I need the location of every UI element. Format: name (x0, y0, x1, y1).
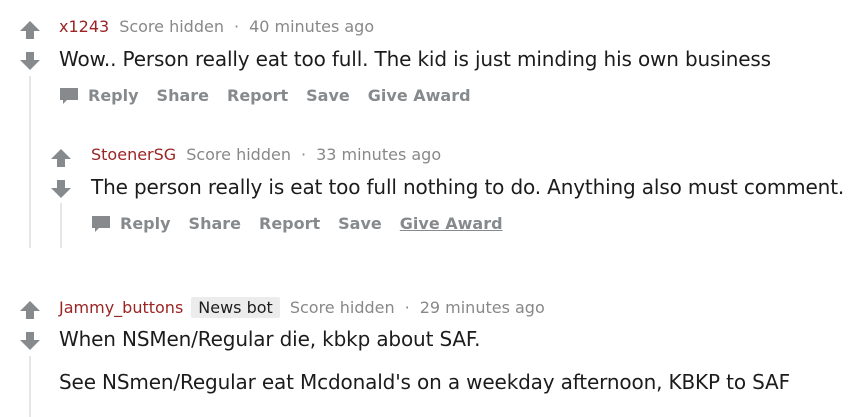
score-hidden-label: Score hidden (186, 145, 291, 164)
report-button[interactable]: Report (259, 214, 320, 233)
separator-dot: · (300, 145, 307, 164)
report-button[interactable]: Report (227, 86, 288, 105)
score-hidden-label: Score hidden (289, 298, 395, 317)
downvote-arrow-icon[interactable] (19, 331, 41, 351)
save-button[interactable]: Save (306, 86, 350, 105)
comment-actions: Reply Share Report Save Give Award (59, 86, 489, 105)
comment-timestamp[interactable]: 29 minutes ago (420, 298, 545, 317)
score-hidden-label: Score hidden (119, 17, 224, 36)
upvote-arrow-icon[interactable] (19, 300, 41, 320)
comment-body: Wow.. Person really eat too full. The ki… (59, 47, 771, 71)
comment-author[interactable]: x1243 (59, 17, 109, 36)
comment-meta: StoenerSG Score hidden · 33 minutes ago (91, 145, 441, 164)
reply-button[interactable]: Reply (59, 86, 139, 105)
save-button[interactable]: Save (338, 214, 382, 233)
speech-bubble-icon (92, 215, 110, 232)
separator-dot: · (233, 17, 240, 36)
thread-line[interactable] (29, 76, 31, 248)
separator-dot: · (404, 298, 410, 317)
comment-timestamp[interactable]: 40 minutes ago (249, 17, 374, 36)
comment-meta: Jammy_buttons News bot Score hidden · 29… (59, 297, 545, 318)
speech-bubble-icon (60, 87, 78, 104)
share-button[interactable]: Share (189, 214, 241, 233)
comment-author[interactable]: Jammy_buttons (59, 298, 183, 317)
comment-actions: Reply Share Report Save Give Award (91, 214, 521, 233)
give-award-button[interactable]: Give Award (368, 86, 471, 105)
thread-line[interactable] (29, 356, 31, 417)
upvote-arrow-icon[interactable] (50, 148, 72, 168)
user-flair-badge: News bot (191, 297, 280, 318)
give-award-button[interactable]: Give Award (400, 214, 503, 233)
upvote-arrow-icon[interactable] (19, 20, 41, 40)
comment-author[interactable]: StoenerSG (91, 145, 176, 164)
comment-body: The person really is eat too full nothin… (91, 175, 845, 199)
share-button[interactable]: Share (157, 86, 209, 105)
reply-label: Reply (88, 86, 139, 105)
comment-timestamp[interactable]: 33 minutes ago (316, 145, 441, 164)
downvote-arrow-icon[interactable] (19, 51, 41, 71)
downvote-arrow-icon[interactable] (50, 179, 72, 199)
comment-body-line-2: See NSmen/Regular eat Mcdonald's on a we… (59, 370, 790, 394)
thread-line-nested[interactable] (60, 203, 62, 248)
reply-button[interactable]: Reply (91, 214, 171, 233)
comment-meta: x1243 Score hidden · 40 minutes ago (59, 17, 374, 36)
reply-label: Reply (120, 214, 171, 233)
comment-body-line-1: When NSMen/Regular die, kbkp about SAF. (59, 327, 481, 351)
